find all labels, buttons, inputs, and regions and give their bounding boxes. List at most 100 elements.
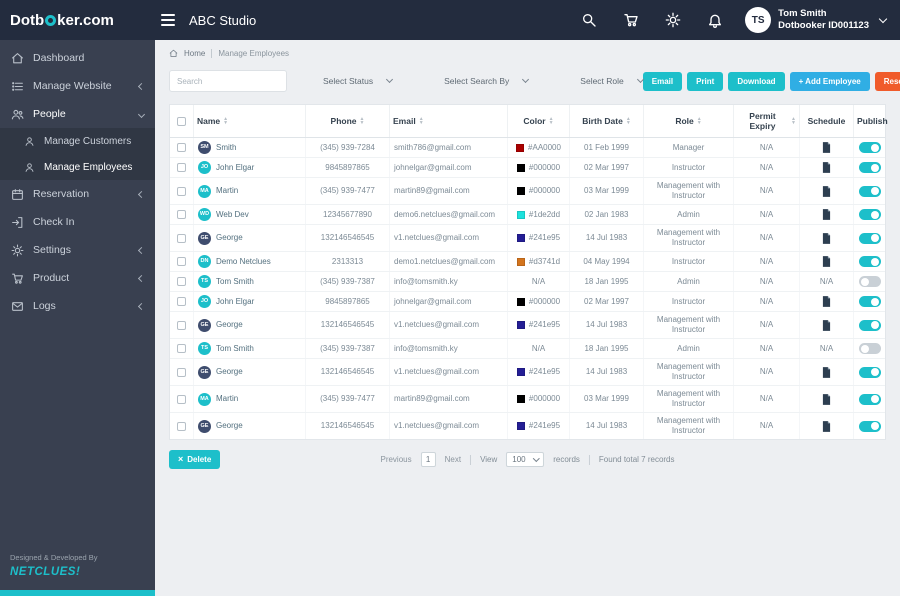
- search-icon[interactable]: [269, 76, 279, 86]
- employee-phone: (345) 939-7477: [306, 386, 390, 412]
- sidebar-item-people[interactable]: People: [0, 100, 155, 128]
- employee-permit-expiry: N/A: [734, 386, 800, 412]
- menu-toggle-icon[interactable]: [161, 14, 175, 26]
- schedule-document-icon[interactable]: [822, 296, 831, 307]
- employee-role: Instructor: [644, 292, 734, 311]
- publish-toggle[interactable]: [858, 296, 881, 307]
- schedule-document-icon[interactable]: [822, 209, 831, 220]
- row-checkbox[interactable]: [177, 320, 186, 330]
- sort-icon: ▲ ▼: [696, 116, 702, 126]
- search-icon[interactable]: [581, 12, 597, 28]
- sidebar-item-settings[interactable]: Settings: [0, 236, 155, 264]
- add-employee-button[interactable]: + Add Employee: [789, 71, 870, 91]
- publish-toggle[interactable]: [858, 209, 881, 220]
- row-checkbox[interactable]: [177, 277, 186, 286]
- reset-button[interactable]: Reset: [874, 71, 900, 91]
- column-header-schedule[interactable]: Schedule: [800, 105, 854, 137]
- publish-toggle[interactable]: [858, 420, 881, 432]
- home-icon: [11, 52, 24, 65]
- publish-toggle[interactable]: [858, 319, 881, 331]
- schedule-document-icon[interactable]: [822, 393, 831, 405]
- logo[interactable]: Dotb ker.com: [0, 12, 155, 29]
- publish-toggle[interactable]: [858, 162, 881, 173]
- row-checkbox[interactable]: [177, 186, 186, 196]
- sidebar-item-manage-employees[interactable]: Manage Employees: [0, 154, 155, 180]
- row-checkbox[interactable]: [177, 163, 186, 172]
- publish-toggle[interactable]: [858, 343, 881, 354]
- publish-toggle[interactable]: [858, 185, 881, 197]
- bell-icon[interactable]: [707, 12, 723, 28]
- download-button[interactable]: Download: [728, 71, 785, 91]
- column-header-color[interactable]: Color ▲ ▼: [508, 105, 570, 137]
- column-header-permit[interactable]: Permit Expiry ▲ ▼: [734, 105, 800, 137]
- column-header-phone[interactable]: Phone ▲ ▼: [306, 105, 390, 137]
- row-checkbox[interactable]: [177, 394, 186, 404]
- schedule-document-icon[interactable]: [822, 366, 831, 378]
- schedule-document-icon[interactable]: [822, 232, 831, 244]
- row-checkbox[interactable]: [177, 344, 186, 353]
- employee-birth-date: 04 May 1994: [570, 252, 644, 271]
- select-all-checkbox[interactable]: [177, 116, 186, 126]
- table-footer: × Delete Previous 1 Next View 100 record…: [155, 440, 900, 479]
- employee-role: Management with Instructor: [644, 386, 734, 412]
- row-checkbox[interactable]: [177, 143, 186, 152]
- sidebar-item-manage-website[interactable]: Manage Website: [0, 72, 155, 100]
- row-checkbox[interactable]: [177, 210, 186, 219]
- home-icon: [169, 49, 178, 58]
- row-checkbox[interactable]: [177, 421, 186, 431]
- row-checkbox[interactable]: [177, 367, 186, 377]
- page-number[interactable]: 1: [420, 452, 436, 467]
- employee-role: Instructor: [644, 252, 734, 271]
- employee-phone: 132146546545: [306, 359, 390, 385]
- table-row: DN Demo Netclues 2313313 demo1.netclues@…: [170, 252, 885, 272]
- employee-phone: (345) 939-7387: [306, 272, 390, 291]
- cart-icon[interactable]: [623, 12, 639, 28]
- publish-toggle[interactable]: [858, 393, 881, 405]
- select-search-by-select[interactable]: Select Search By: [444, 75, 530, 86]
- sidebar-item-check-in[interactable]: Check In: [0, 208, 155, 236]
- schedule-document-icon[interactable]: [822, 142, 831, 153]
- sidebar-item-product[interactable]: Product: [0, 264, 155, 292]
- select-role-select[interactable]: Select Role: [580, 75, 644, 86]
- publish-toggle[interactable]: [858, 256, 881, 267]
- publish-toggle[interactable]: [858, 142, 881, 153]
- schedule-document-icon[interactable]: [822, 420, 831, 432]
- select-status-select[interactable]: Select Status: [323, 75, 394, 86]
- publish-toggle[interactable]: [858, 232, 881, 244]
- row-checkbox[interactable]: [177, 257, 186, 266]
- avatar: JO: [198, 295, 211, 308]
- schedule-document-icon[interactable]: [822, 162, 831, 173]
- schedule-document-icon[interactable]: [822, 185, 831, 197]
- sidebar-item-manage-customers[interactable]: Manage Customers: [0, 128, 155, 154]
- employee-role: Admin: [644, 339, 734, 358]
- column-header-publish[interactable]: Publish: [854, 105, 891, 137]
- publish-toggle[interactable]: [858, 276, 881, 287]
- netclues-logo[interactable]: NETCLUES!: [10, 566, 145, 578]
- column-header-email[interactable]: Email ▲ ▼: [390, 105, 508, 137]
- employee-phone: (345) 939-7284: [306, 138, 390, 157]
- email-button[interactable]: Email: [642, 71, 683, 91]
- logo-text-before: Dotb: [10, 11, 45, 29]
- studio-name: ABC Studio: [189, 12, 257, 28]
- sidebar-item-reservation[interactable]: Reservation: [0, 180, 155, 208]
- schedule-document-icon[interactable]: [822, 256, 831, 267]
- column-header-name[interactable]: Name ▲ ▼: [194, 105, 306, 137]
- column-header-birth[interactable]: Birth Date ▲ ▼: [570, 105, 644, 137]
- publish-toggle[interactable]: [858, 366, 881, 378]
- row-checkbox[interactable]: [177, 297, 186, 306]
- row-checkbox[interactable]: [177, 233, 186, 243]
- sidebar-item-dashboard[interactable]: Dashboard: [0, 44, 155, 72]
- user-menu[interactable]: TS Tom Smith Dotbooker ID001123: [745, 7, 888, 33]
- previous-button[interactable]: Previous: [380, 455, 411, 464]
- breadcrumb-home[interactable]: Home: [184, 49, 205, 58]
- per-page-select[interactable]: 100: [506, 452, 545, 467]
- search-input[interactable]: [177, 76, 269, 86]
- next-button[interactable]: Next: [445, 455, 461, 464]
- sidebar-item-logs[interactable]: Logs: [0, 292, 155, 320]
- employee-birth-date: 14 Jul 1983: [570, 225, 644, 251]
- delete-button[interactable]: × Delete: [169, 450, 221, 469]
- schedule-document-icon[interactable]: [822, 319, 831, 331]
- print-button[interactable]: Print: [687, 71, 724, 91]
- column-header-role[interactable]: Role ▲ ▼: [644, 105, 734, 137]
- gear-icon[interactable]: [665, 12, 681, 28]
